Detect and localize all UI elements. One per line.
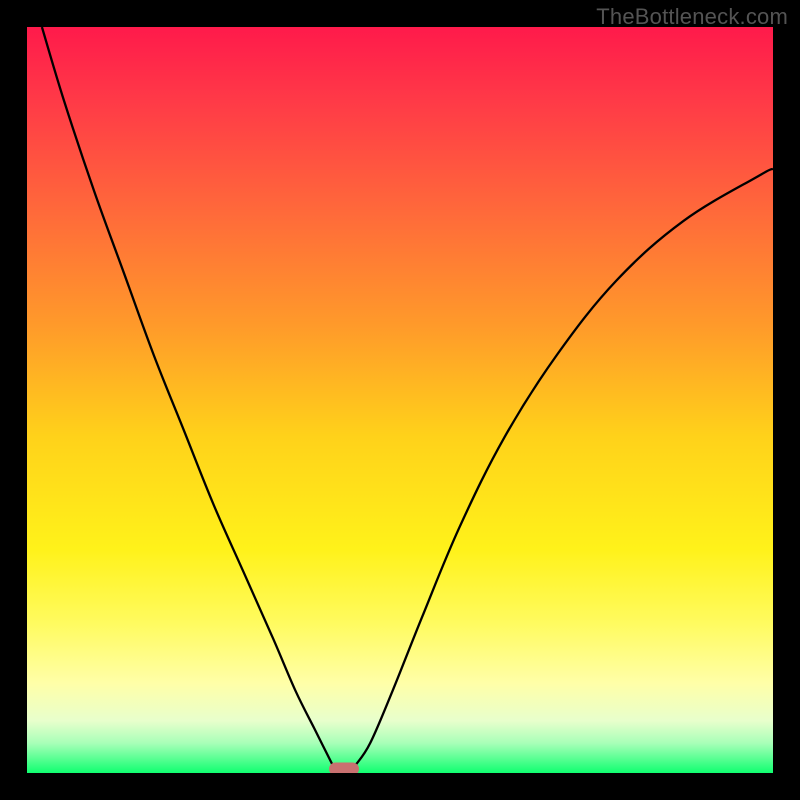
bottleneck-marker bbox=[329, 763, 359, 773]
curve-right-arm bbox=[355, 169, 773, 766]
curve-left-arm bbox=[42, 27, 333, 766]
chart-frame: TheBottleneck.com bbox=[0, 0, 800, 800]
watermark-text: TheBottleneck.com bbox=[596, 4, 788, 30]
plot-area bbox=[27, 27, 773, 773]
curve-layer bbox=[27, 27, 773, 773]
